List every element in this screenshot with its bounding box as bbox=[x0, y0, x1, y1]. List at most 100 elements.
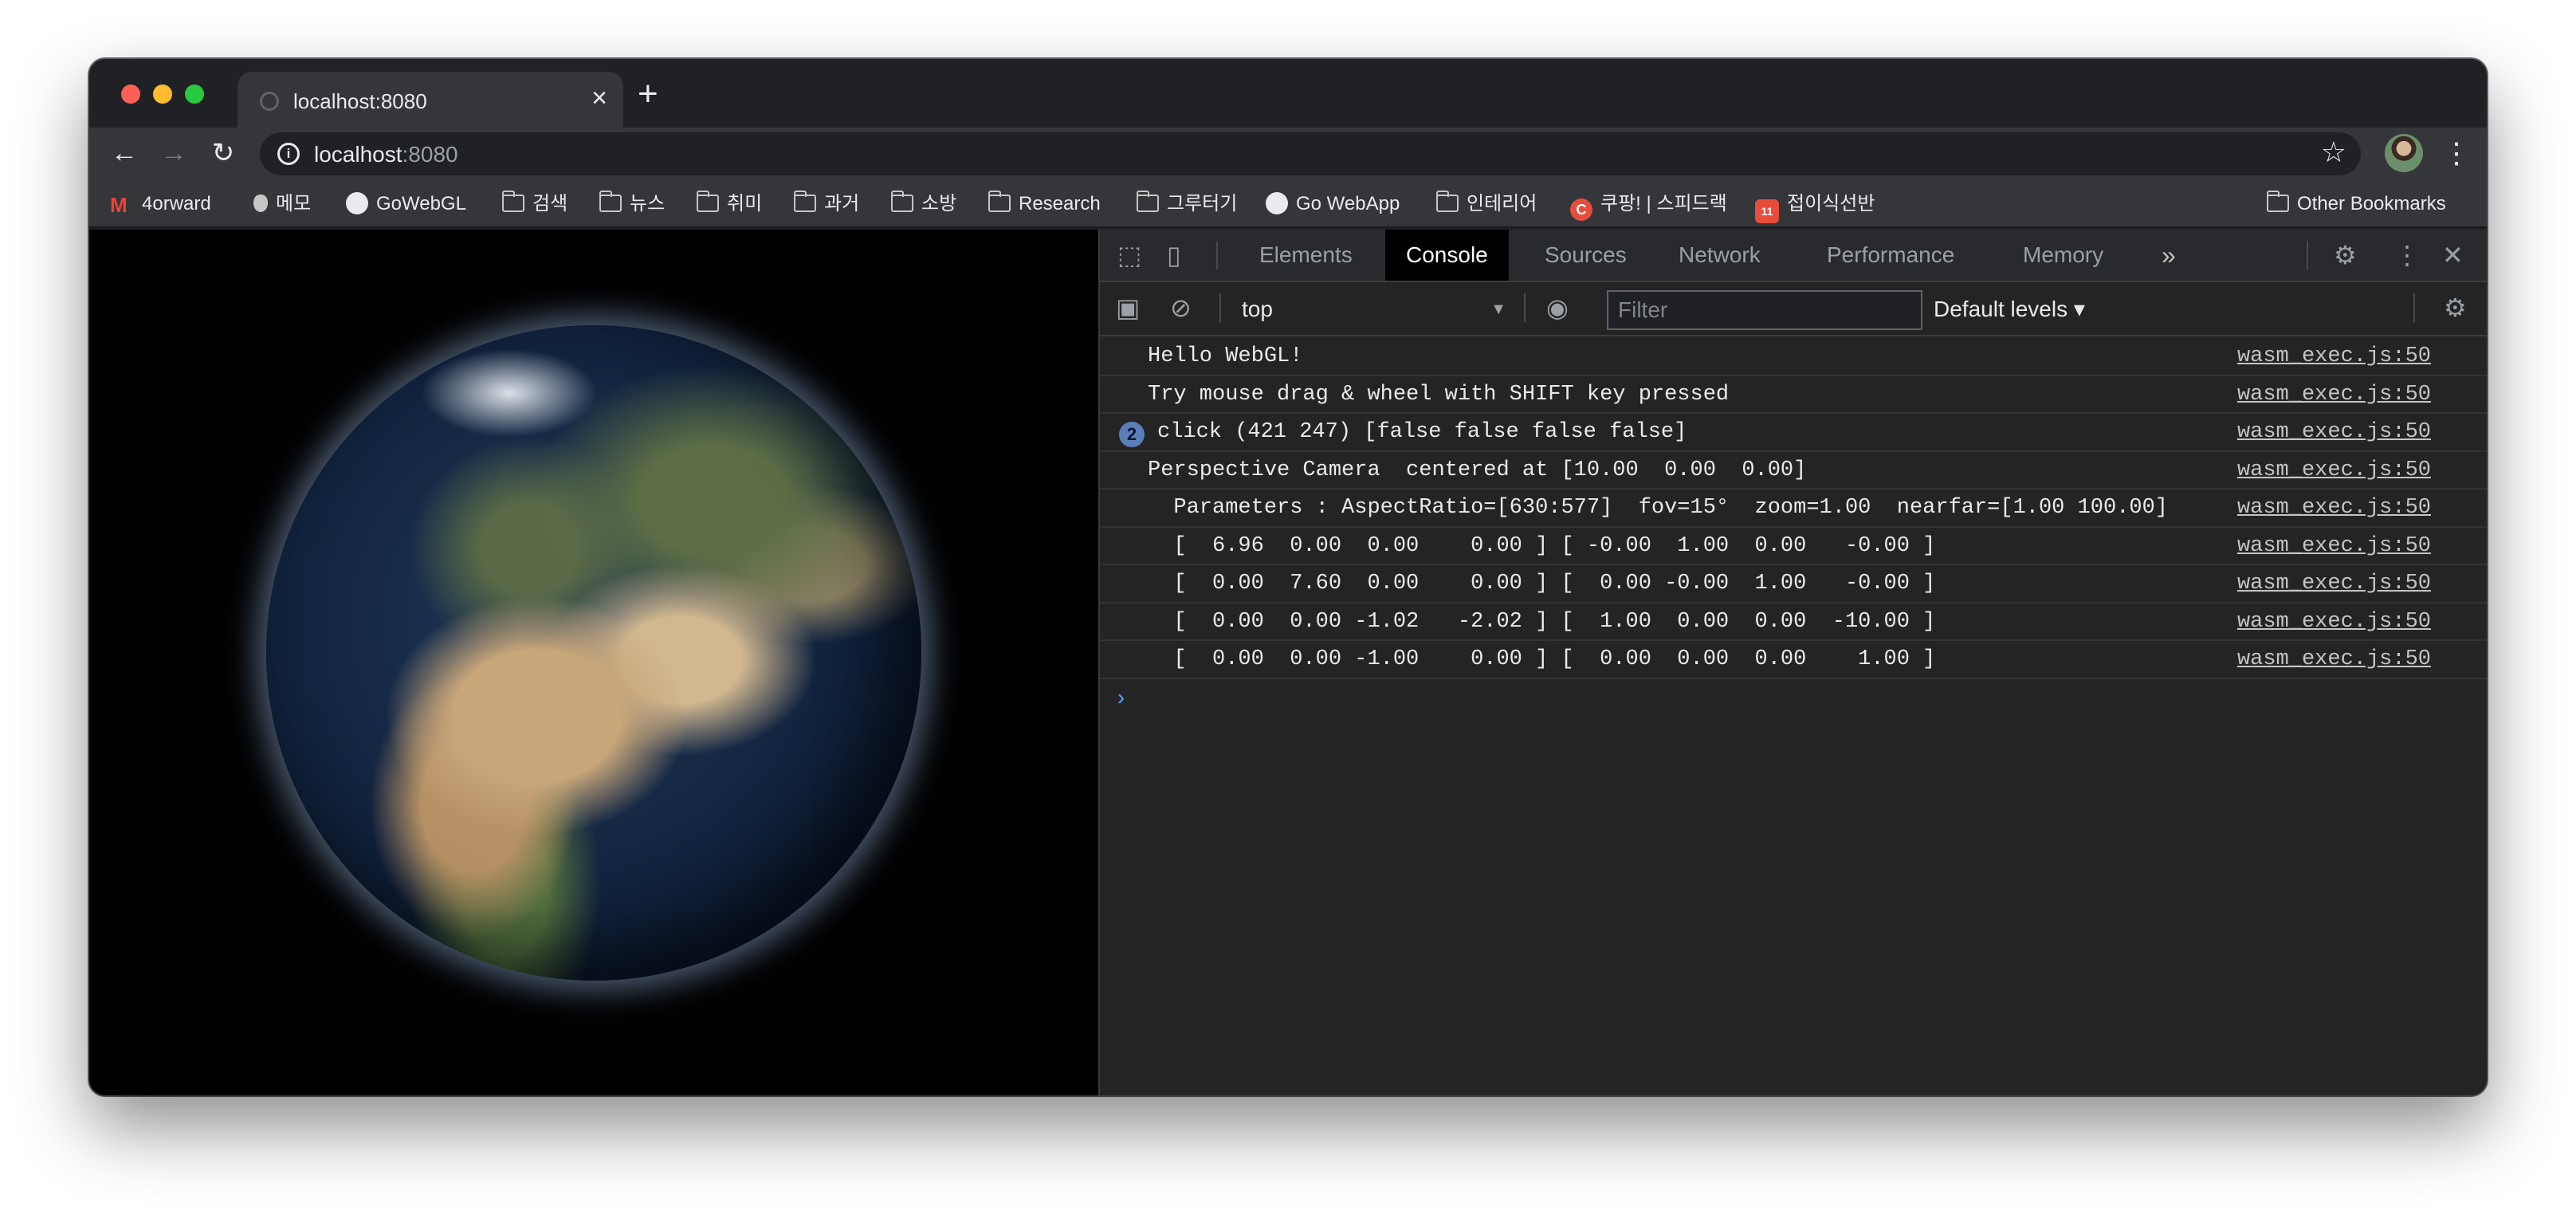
address-bar[interactable]: i localhost:8080 ☆ bbox=[260, 132, 2361, 175]
bookmark-item[interactable]: 그루터기 bbox=[1137, 191, 1237, 217]
browser-window: localhost:8080 × + ← → ↻ i localhost:808… bbox=[89, 59, 2487, 1095]
device-toolbar-icon[interactable]: ▯ bbox=[1167, 241, 1181, 269]
new-tab-button[interactable]: + bbox=[638, 77, 658, 112]
console-message: Parameters : AspectRatio=[630:577] fov=1… bbox=[1100, 490, 2487, 528]
bookmarks-bar: M 4orward 메모 GoWebGL 검색 뉴스 취미 과거 소방 Resea… bbox=[89, 180, 2487, 228]
console-filter-bar: ▣ ⊘ top ▼ ◉ Default levels ▾ ⚙ bbox=[1100, 282, 2487, 336]
bookmark-label: 과거 bbox=[824, 193, 860, 214]
bookmark-item[interactable]: Go WebApp bbox=[1266, 191, 1400, 217]
log-levels-dropdown[interactable]: Default levels ▾ bbox=[1934, 293, 2085, 325]
maximize-window-button[interactable] bbox=[185, 85, 204, 104]
source-link[interactable]: wasm_exec.js:50 bbox=[2237, 534, 2431, 558]
gear-icon[interactable]: ⚙ bbox=[2334, 241, 2357, 269]
bookmark-item[interactable]: 취미 bbox=[697, 191, 762, 217]
message-text: Perspective Camera centered at [10.00 0.… bbox=[1148, 458, 1807, 482]
folder-icon bbox=[1137, 191, 1159, 212]
tab-memory[interactable]: Memory bbox=[2002, 230, 2124, 281]
coupang-icon: C bbox=[1570, 199, 1592, 221]
browser-toolbar: ← → ↻ i localhost:8080 ☆ ⋮ bbox=[89, 128, 2487, 180]
bookmark-label: 뉴스 bbox=[630, 193, 666, 214]
folder-icon bbox=[2267, 191, 2289, 212]
more-tabs-icon[interactable]: » bbox=[2162, 241, 2176, 269]
bookmark-item[interactable]: 인테리어 bbox=[1436, 191, 1537, 217]
profile-avatar[interactable] bbox=[2385, 134, 2423, 172]
console-settings-gear-icon[interactable]: ⚙ bbox=[2444, 293, 2467, 322]
bookmark-item[interactable]: 소방 bbox=[891, 191, 956, 217]
divider bbox=[2413, 293, 2415, 322]
source-link[interactable]: wasm_exec.js:50 bbox=[2237, 610, 2431, 634]
tab-elements[interactable]: Elements bbox=[1239, 230, 1373, 281]
bookmark-item[interactable]: 11 접이식선반 bbox=[1755, 191, 1875, 223]
back-button[interactable]: ← bbox=[107, 136, 142, 171]
browser-menu-icon[interactable]: ⋮ bbox=[2442, 134, 2471, 172]
source-link[interactable]: wasm_exec.js:50 bbox=[2237, 383, 2431, 407]
source-link[interactable]: wasm_exec.js:50 bbox=[2237, 420, 2431, 444]
tab-network[interactable]: Network bbox=[1658, 230, 1781, 281]
earth-globe[interactable] bbox=[266, 325, 921, 981]
forward-button[interactable]: → bbox=[156, 136, 191, 171]
bookmark-label: GoWebGL bbox=[376, 193, 466, 214]
folder-icon bbox=[891, 191, 913, 212]
eye-icon[interactable]: ◉ bbox=[1546, 293, 1569, 322]
folder-icon bbox=[988, 191, 1011, 212]
bookmark-label: Research bbox=[1019, 193, 1101, 214]
bookmark-item[interactable]: M 4orward bbox=[110, 191, 211, 217]
tab-sources[interactable]: Sources bbox=[1524, 230, 1647, 281]
folder-icon bbox=[794, 191, 816, 212]
source-link[interactable]: wasm_exec.js:50 bbox=[2237, 572, 2431, 596]
bookmark-item[interactable]: 뉴스 bbox=[599, 191, 665, 217]
bookmark-item[interactable]: C 쿠팡! | 스피드랙 bbox=[1570, 191, 1727, 221]
inspect-element-icon[interactable]: ⬚ bbox=[1117, 241, 1141, 269]
source-link[interactable]: wasm_exec.js:50 bbox=[2237, 647, 2431, 671]
url-port: :8080 bbox=[402, 142, 458, 167]
close-tab-icon[interactable]: × bbox=[591, 85, 607, 112]
bookmark-label: Go WebApp bbox=[1296, 193, 1400, 214]
message-text: Parameters : AspectRatio=[630:577] fov=1… bbox=[1148, 496, 2169, 520]
source-link[interactable]: wasm_exec.js:50 bbox=[2237, 344, 2431, 368]
bookmark-item[interactable]: Research bbox=[988, 191, 1101, 217]
bookmark-item[interactable]: GoWebGL bbox=[346, 191, 466, 217]
repeat-count-badge: 2 bbox=[1119, 422, 1145, 447]
bookmark-item[interactable]: 검색 bbox=[502, 191, 567, 217]
console-message: [ 0.00 7.60 0.00 0.00 ] [ 0.00 -0.00 1.0… bbox=[1100, 565, 2487, 604]
folder-icon bbox=[599, 191, 622, 212]
close-window-button[interactable] bbox=[121, 85, 140, 104]
bookmark-label: 4orward bbox=[142, 193, 211, 214]
bookmark-star-icon[interactable]: ☆ bbox=[2321, 136, 2346, 169]
tab-performance[interactable]: Performance bbox=[1806, 230, 1975, 281]
gmail-icon: M bbox=[110, 193, 128, 217]
divider bbox=[2307, 241, 2308, 269]
source-link[interactable]: wasm_exec.js:50 bbox=[2237, 496, 2431, 520]
divider bbox=[1219, 293, 1221, 322]
console-message: [ 6.96 0.00 0.00 0.00 ] [ -0.00 1.00 0.0… bbox=[1100, 528, 2487, 565]
other-bookmarks[interactable]: Other Bookmarks bbox=[2267, 191, 2446, 217]
source-link[interactable]: wasm_exec.js:50 bbox=[2237, 458, 2431, 482]
message-text: Try mouse drag & wheel with SHIFT key pr… bbox=[1148, 382, 1730, 407]
globe-icon bbox=[260, 92, 279, 111]
bookmark-item[interactable]: 메모 bbox=[253, 191, 311, 217]
github-icon bbox=[346, 192, 368, 214]
bookmark-item[interactable]: 과거 bbox=[794, 191, 859, 217]
browser-tab[interactable]: localhost:8080 × bbox=[238, 72, 623, 129]
globe-icon bbox=[1266, 192, 1288, 214]
console-prompt[interactable]: › bbox=[1100, 679, 2487, 719]
console-message: Perspective Camera centered at [10.00 0.… bbox=[1100, 452, 2487, 490]
tab-title: localhost:8080 bbox=[293, 89, 427, 113]
url-text[interactable]: localhost:8080 bbox=[314, 142, 458, 167]
tab-console[interactable]: Console bbox=[1385, 230, 1509, 281]
webgl-canvas[interactable] bbox=[89, 230, 1098, 1095]
bookmark-label: 취미 bbox=[727, 193, 763, 214]
context-selector[interactable]: top ▼ bbox=[1235, 293, 1506, 325]
minimize-window-button[interactable] bbox=[153, 85, 172, 104]
info-icon[interactable]: i bbox=[277, 143, 300, 165]
devtools-tab-bar: ⬚ ▯ Elements Console Sources Network Per… bbox=[1100, 230, 2487, 282]
sidebar-toggle-icon[interactable]: ▣ bbox=[1116, 293, 1140, 322]
close-icon[interactable]: ✕ bbox=[2442, 241, 2464, 269]
folder-icon bbox=[1436, 191, 1459, 212]
console-message: [ 0.00 0.00 -1.02 -2.02 ] [ 1.00 0.00 0.… bbox=[1100, 604, 2487, 641]
clear-console-icon[interactable]: ⊘ bbox=[1170, 293, 1192, 322]
bookmark-label: Other Bookmarks bbox=[2297, 193, 2446, 214]
filter-input[interactable] bbox=[1607, 290, 1922, 330]
more-options-icon[interactable]: ⋮ bbox=[2394, 241, 2420, 269]
reload-button[interactable]: ↻ bbox=[206, 136, 241, 171]
